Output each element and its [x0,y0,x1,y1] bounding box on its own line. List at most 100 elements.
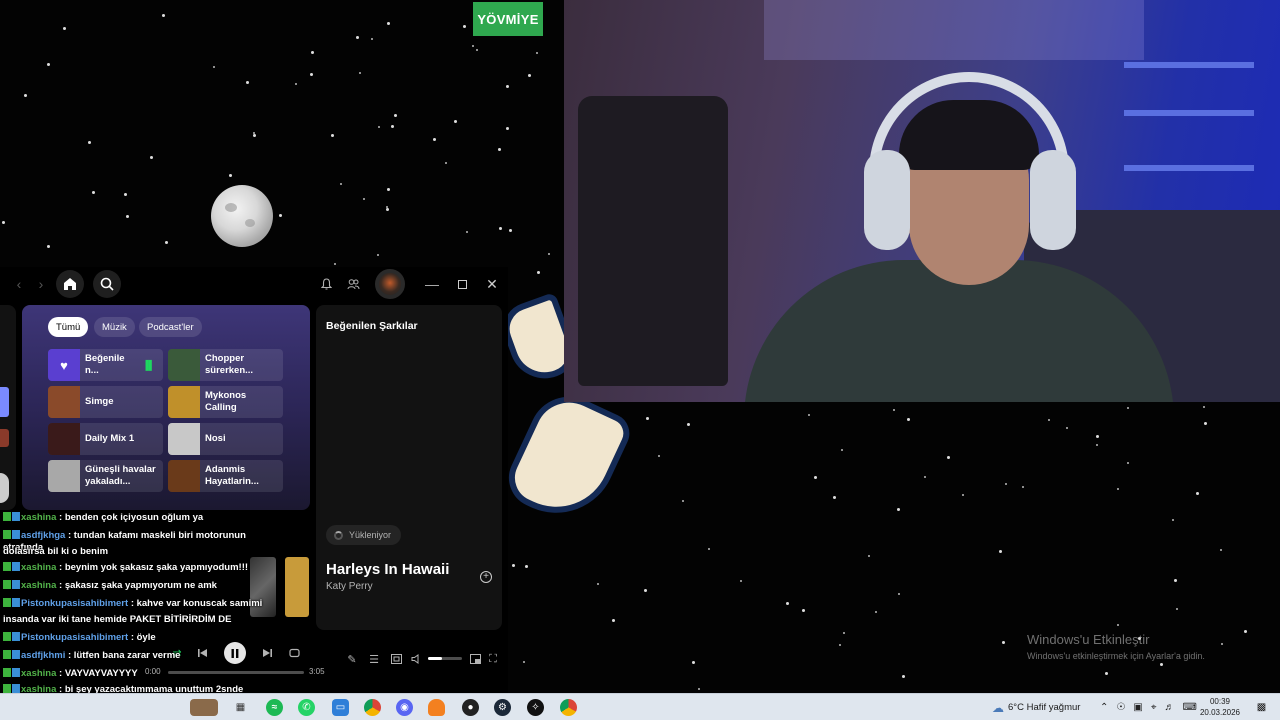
chat-username[interactable]: xashina [21,668,56,679]
app-icon[interactable]: ✧ [527,699,544,716]
star [340,183,343,186]
shortcut-label: Daily Mix 1 [85,433,135,444]
weather-widget[interactable]: ☁ 6°C Hafif yağmur [992,694,1080,720]
shortcut-tile[interactable]: Simge [48,386,163,418]
chat-badge-icon [12,668,20,677]
shortcut-tile[interactable]: ♥ Beğenile n... ▐▌ [48,349,163,381]
friends-activity-icon[interactable] [345,276,361,292]
now-playing-artist[interactable]: Katy Perry [326,581,373,592]
search-button[interactable] [93,270,121,298]
notification-icon[interactable]: ▩ [1253,699,1270,716]
forward-arrow-icon[interactable]: › [34,275,48,293]
library-item[interactable] [0,387,9,417]
shortcut-tile[interactable]: Mykonos Calling [168,386,283,418]
shortcut-tile[interactable]: Adanmis Hayatlarin... [168,460,283,492]
shortcut-tile[interactable]: Nosi [168,423,283,455]
now-playing-panel-title: Beğenilen Şarkılar [326,320,418,332]
add-to-library-icon[interactable]: + [480,571,492,583]
maximize-icon[interactable] [454,275,470,293]
network-icon[interactable]: ⌖ [1151,702,1157,713]
file-explorer-icon[interactable]: ▭ [332,699,349,716]
library-item[interactable] [0,473,9,503]
star [432,138,436,142]
miniplayer-icon[interactable] [468,652,482,666]
star [88,141,92,145]
loading-indicator: Yükleniyor [326,525,402,545]
library-sidebar[interactable] [0,305,16,510]
star [1220,643,1223,646]
repeat-icon[interactable] [287,646,301,660]
star [999,549,1003,553]
home-button[interactable] [56,270,84,298]
chat-badge-icon [12,598,20,607]
chat-username[interactable]: Pistonkupasisahibimert [21,598,128,609]
filter-chip-podcasts[interactable]: Podcast'ler [139,317,202,337]
minimize-icon[interactable]: — [424,275,440,293]
star [331,133,335,137]
shortcut-tile[interactable]: Chopper sürerken... [168,349,283,381]
display-icon[interactable]: ▣ [1133,702,1142,713]
taskbar-media-thumbnail[interactable] [190,699,218,716]
star [1203,421,1207,425]
star [393,114,397,118]
steam-icon[interactable]: ⚙ [494,699,511,716]
star [947,455,951,459]
stream-chat: xashina : benden çok içiyosun oğlum ya as… [0,512,285,720]
taskbar-clock[interactable]: 00:39 20.03.2026 [1198,696,1242,718]
keyboard-icon[interactable]: ⌨ [1182,702,1196,713]
spotify-icon[interactable]: ≈ [266,699,283,716]
star [875,611,878,614]
star [1126,462,1129,465]
whatsapp-icon[interactable]: ✆ [298,699,315,716]
star [253,134,257,138]
filter-chip-music[interactable]: Müzik [94,317,135,337]
volume-icon[interactable] [409,652,423,666]
chat-text: : beynim yok şakasız şaka yapmıyodum!!! [59,562,249,573]
chat-username[interactable]: asdfjkhmi [21,650,65,661]
webcam-feed [564,0,1280,402]
chrome-alt-icon[interactable] [560,699,577,716]
star [1116,623,1119,626]
star [898,593,901,596]
microphone-icon[interactable]: ☉ [1116,702,1125,713]
star [162,14,166,18]
star [358,71,361,74]
library-item[interactable] [0,429,9,447]
bell-icon[interactable] [318,276,334,292]
search-icon [100,277,114,291]
filter-chip-all[interactable]: Tümü [48,317,89,337]
queue-icon[interactable]: ☰ [367,652,381,666]
chat-username[interactable]: asdfjkhga [21,530,65,541]
lyrics-icon[interactable]: ✎ [345,652,359,666]
star [833,496,837,500]
task-view-icon[interactable]: ▦ [232,699,249,716]
now-playing-panel: Beğenilen Şarkılar Yükleniyor Harleys In… [316,305,502,630]
discord-icon[interactable]: ◉ [396,699,413,716]
star [896,507,900,511]
fullscreen-icon[interactable]: ⛶ [486,652,500,666]
shortcut-tile[interactable]: Daily Mix 1 [48,423,163,455]
volume-slider[interactable] [428,657,462,660]
cloud-app-icon[interactable] [428,699,445,716]
star [333,263,336,266]
chrome-icon[interactable] [364,699,381,716]
obs-icon[interactable]: ● [462,699,479,716]
now-playing-title[interactable]: Harleys In Hawaii [326,561,449,578]
close-icon[interactable]: ✕ [484,275,500,293]
star [1002,640,1006,644]
star [1175,607,1178,610]
headset-earcup-left [864,150,910,250]
star [309,73,313,77]
star [611,618,615,622]
avatar[interactable] [375,269,405,299]
chat-username[interactable]: xashina [21,512,56,523]
chat-username[interactable]: Pistonkupasisahibimert [21,632,128,643]
chat-username[interactable]: xashina [21,580,56,591]
speaker-icon[interactable]: ♬ [1164,702,1174,713]
connect-device-icon[interactable] [389,652,403,666]
shortcut-tile[interactable]: Güneşli havalar yakaladı... [48,460,163,492]
chevron-up-icon[interactable]: ⌃ [1100,702,1108,713]
chat-username[interactable]: xashina [21,562,56,573]
chat-badge-icon [3,632,11,641]
back-arrow-icon[interactable]: ‹ [12,275,26,293]
